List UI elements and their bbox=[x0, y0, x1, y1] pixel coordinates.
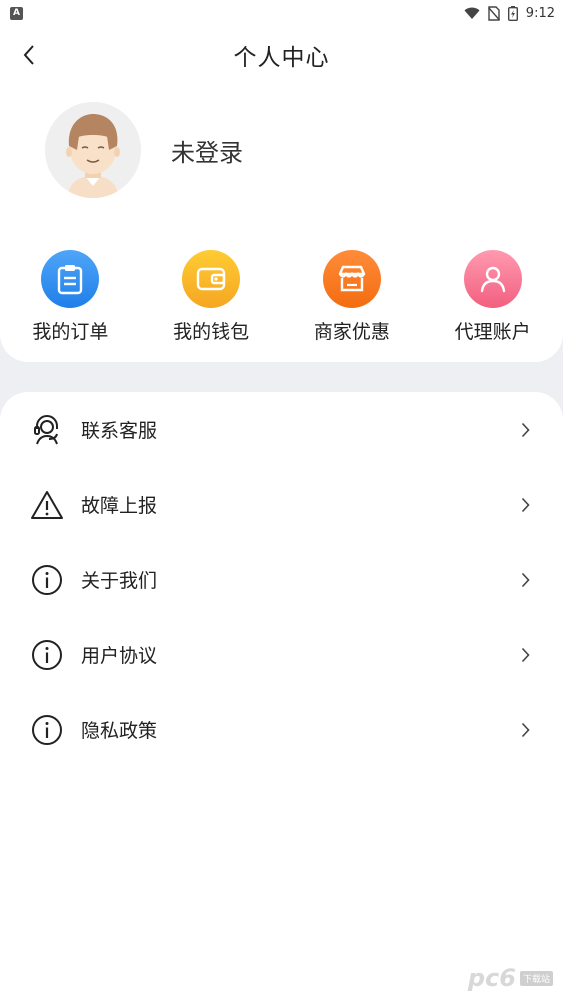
store-icon bbox=[322, 250, 381, 308]
quick-action-label: 我的钱包 bbox=[173, 321, 250, 343]
menu-item-user-agreement[interactable]: 用户协议 bbox=[0, 617, 563, 692]
menu-item-label: 用户协议 bbox=[81, 645, 158, 667]
watermark-badge: 下载站 bbox=[519, 970, 553, 986]
watermark-text: pc6 bbox=[467, 964, 516, 992]
agent-account-button[interactable]: 代理账户 bbox=[422, 250, 563, 346]
menu-item-about-us[interactable]: 关于我们 bbox=[0, 542, 563, 617]
menu-card: 联系客服 故障上报 关于我们 用户协议 隐私政策 bbox=[0, 392, 563, 1000]
person-icon bbox=[463, 250, 522, 308]
headset-icon bbox=[30, 413, 64, 447]
chevron-left-icon bbox=[23, 45, 34, 65]
page-title: 个人中心 bbox=[233, 45, 330, 71]
no-sim-icon bbox=[487, 5, 500, 21]
warning-icon bbox=[30, 488, 64, 522]
menu-item-label: 关于我们 bbox=[81, 570, 158, 592]
info-icon bbox=[30, 563, 64, 597]
menu-item-privacy-policy[interactable]: 隐私政策 bbox=[0, 692, 563, 767]
back-button[interactable] bbox=[12, 36, 46, 74]
menu-item-contact-service[interactable]: 联系客服 bbox=[0, 392, 563, 467]
menu-item-label: 联系客服 bbox=[81, 420, 158, 442]
app-notification-icon: A bbox=[10, 6, 23, 20]
my-wallet-button[interactable]: 我的钱包 bbox=[141, 250, 282, 346]
menu-item-label: 故障上报 bbox=[81, 495, 158, 517]
chevron-right-icon bbox=[517, 722, 533, 738]
menu-list: 联系客服 故障上报 关于我们 用户协议 隐私政策 bbox=[0, 392, 563, 767]
chevron-right-icon bbox=[517, 572, 533, 588]
info-icon bbox=[30, 638, 64, 672]
merchant-offers-button[interactable]: 商家优惠 bbox=[282, 250, 423, 346]
info-icon bbox=[30, 713, 64, 747]
clipboard-icon bbox=[41, 250, 100, 308]
wallet-icon bbox=[182, 250, 241, 308]
quick-action-label: 商家优惠 bbox=[313, 321, 390, 343]
my-orders-button[interactable]: 我的订单 bbox=[0, 250, 141, 346]
quick-actions: 我的订单 我的钱包 商家优惠 代理账户 bbox=[0, 250, 563, 346]
avatar[interactable] bbox=[45, 102, 141, 198]
watermark: pc6 下载站 bbox=[468, 964, 553, 992]
menu-item-fault-report[interactable]: 故障上报 bbox=[0, 467, 563, 542]
default-avatar-icon bbox=[45, 102, 141, 198]
quick-action-label: 代理账户 bbox=[454, 321, 531, 343]
status-bar: A 9:12 bbox=[0, 0, 563, 26]
clock-time: 9:12 bbox=[525, 5, 555, 21]
login-prompt[interactable]: 未登录 bbox=[171, 133, 243, 168]
quick-action-label: 我的订单 bbox=[32, 321, 109, 343]
nav-bar: 个人中心 bbox=[0, 26, 563, 84]
chevron-right-icon bbox=[517, 647, 533, 663]
profile-section: 未登录 bbox=[45, 102, 243, 198]
wifi-icon bbox=[464, 7, 480, 19]
menu-item-label: 隐私政策 bbox=[81, 720, 158, 742]
chevron-right-icon bbox=[517, 497, 533, 513]
battery-icon bbox=[507, 5, 518, 21]
chevron-right-icon bbox=[517, 422, 533, 438]
